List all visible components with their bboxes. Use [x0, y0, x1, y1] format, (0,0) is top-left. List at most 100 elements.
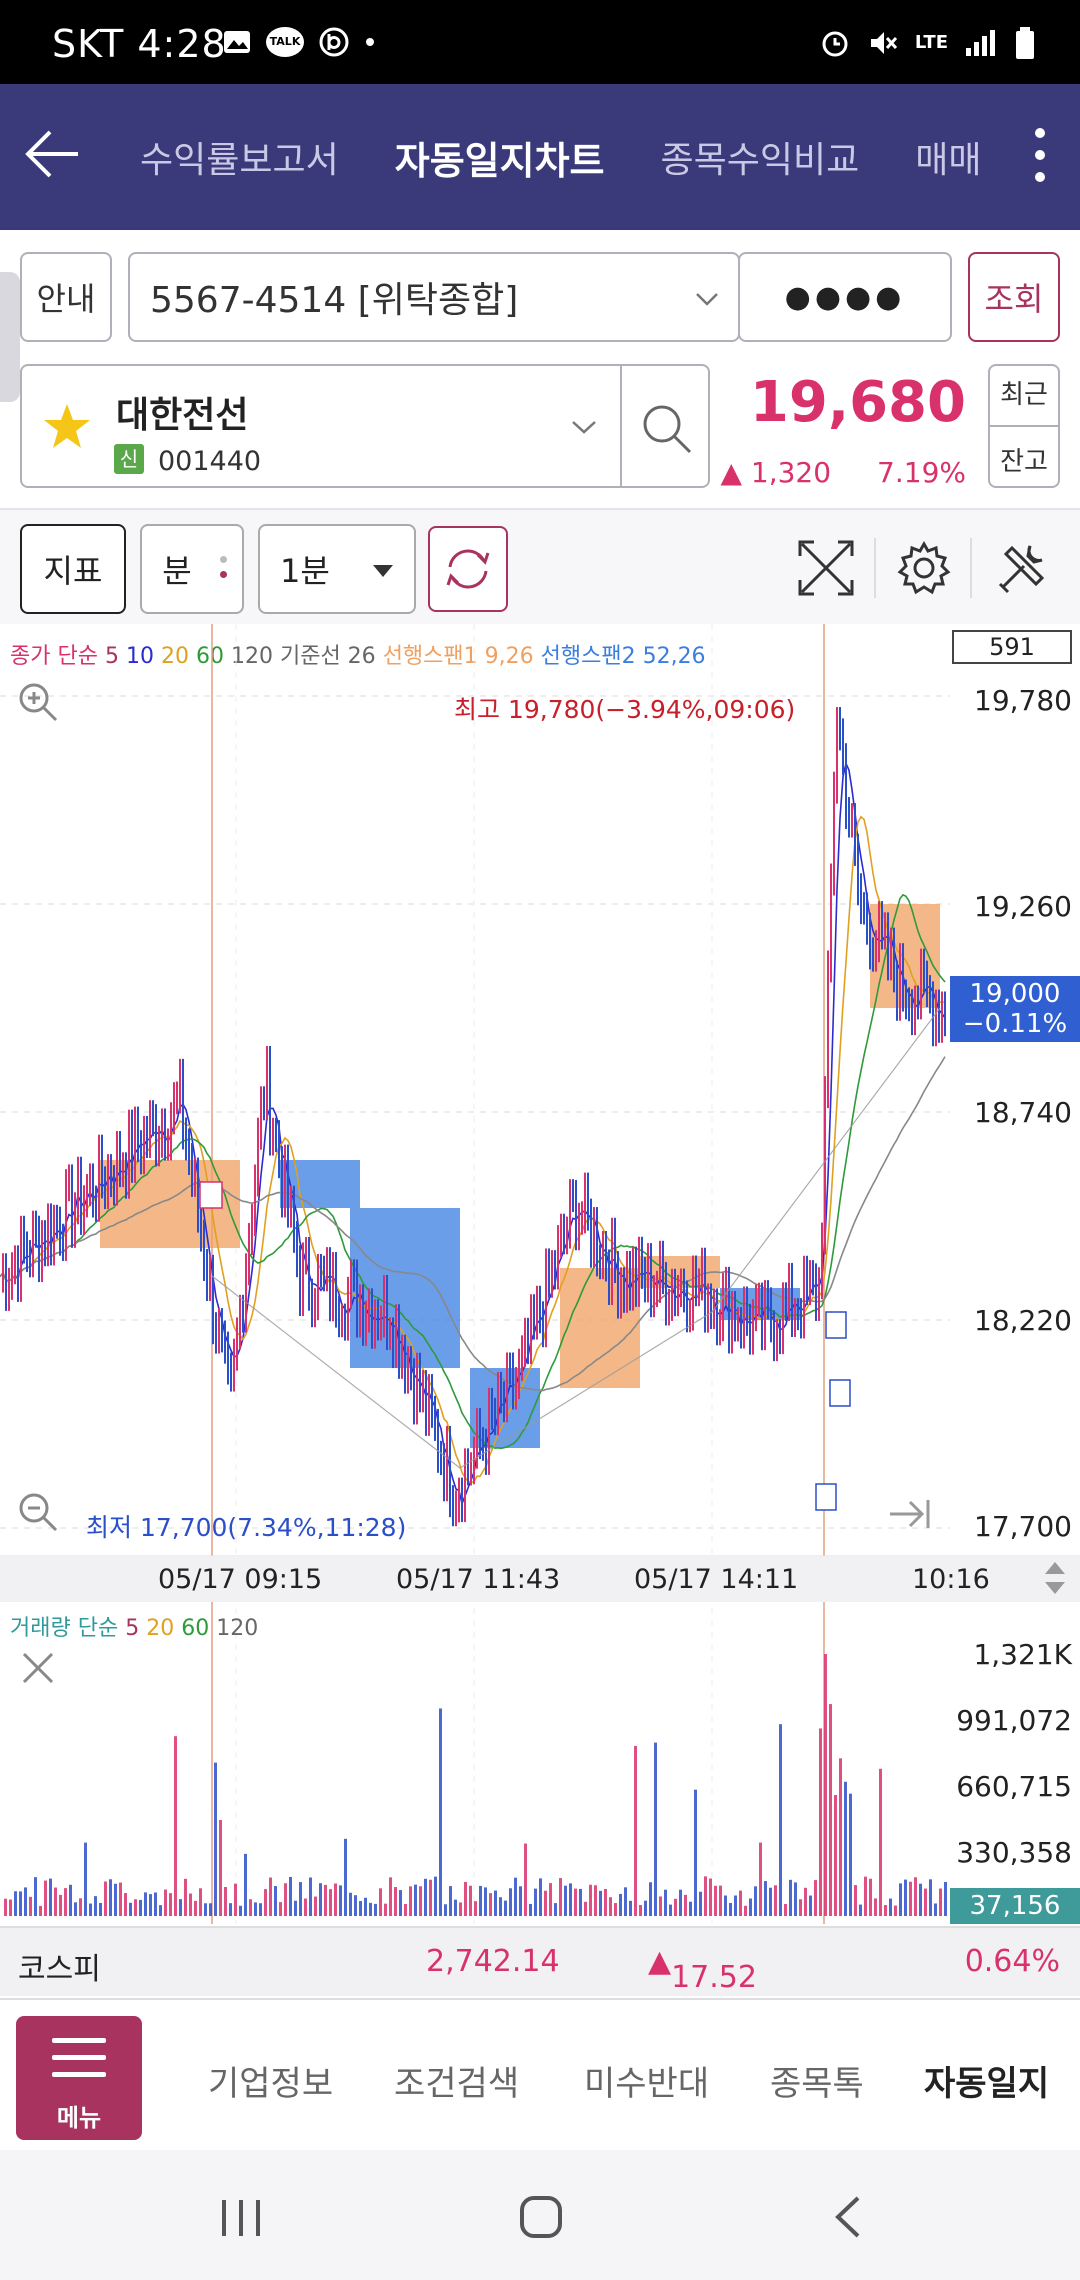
- stock-select[interactable]: 대한전선 신 001440: [20, 364, 710, 488]
- password-field[interactable]: ●●●●: [738, 252, 952, 342]
- recent-balance-toggle[interactable]: 최근 잔고: [988, 364, 1060, 488]
- volume-bar: [54, 1887, 57, 1916]
- volume-bar: [739, 1890, 742, 1916]
- tab-trade[interactable]: 매매: [915, 131, 981, 183]
- volume-bar: [559, 1878, 562, 1916]
- volume-bar: [79, 1898, 82, 1916]
- volume-bar: [799, 1899, 802, 1916]
- volume-bar: [829, 1704, 832, 1916]
- unit-button[interactable]: 분: [140, 524, 244, 614]
- volume-bar: [689, 1901, 692, 1916]
- x-tick: 05/17 14:11: [634, 1564, 799, 1595]
- volume-bar: [634, 1745, 637, 1916]
- zoom-in-icon[interactable]: [16, 680, 60, 724]
- volume-bar: [354, 1895, 357, 1916]
- star-favorite-icon[interactable]: [40, 400, 94, 454]
- volume-bar: [154, 1892, 157, 1916]
- price-plot[interactable]: [0, 624, 1080, 1924]
- volume-bar: [124, 1893, 127, 1916]
- tab-auto-journal-chart[interactable]: 자동일지차트: [395, 130, 605, 185]
- volume-bar: [944, 1881, 947, 1916]
- volume-bar: [684, 1894, 687, 1916]
- nav-condition-search[interactable]: 조건검색: [394, 2056, 519, 2105]
- volume-bar: [509, 1888, 512, 1916]
- tools-icon[interactable]: [994, 540, 1050, 596]
- volume-bar: [389, 1877, 392, 1916]
- volume-bar: [579, 1888, 582, 1916]
- interval-select[interactable]: 1분: [258, 524, 416, 614]
- volume-bar: [359, 1901, 362, 1916]
- volume-bar: [929, 1879, 932, 1916]
- volume-bar: [654, 1742, 657, 1916]
- recent-label[interactable]: 최근: [990, 374, 1058, 427]
- account-select[interactable]: 5567-4514 [위탁종합]: [128, 252, 740, 342]
- volume-bar: [824, 1654, 827, 1916]
- refresh-button[interactable]: [428, 526, 508, 612]
- volume-bar: [794, 1882, 797, 1916]
- tab-return-report[interactable]: 수익률보고서: [140, 131, 339, 183]
- volume-bar: [909, 1881, 912, 1916]
- recent-apps-icon[interactable]: [216, 2198, 266, 2238]
- low-note: 최저 17,700(7.34%,11:28): [86, 1513, 407, 1542]
- volume-bar: [844, 1781, 847, 1916]
- volume-bar: [789, 1879, 792, 1916]
- volume-bar: [499, 1897, 502, 1916]
- volume-bar: [169, 1893, 172, 1916]
- more-menu-icon[interactable]: [1028, 128, 1052, 188]
- fullscreen-icon[interactable]: [796, 538, 856, 598]
- chevron-down-icon: [696, 293, 718, 306]
- updown-scroll-icon[interactable]: [1040, 1558, 1070, 1598]
- volume-bar: [464, 1881, 467, 1916]
- volume-bar: [594, 1885, 597, 1916]
- tab-stock-return-compare[interactable]: 종목수익비교: [661, 131, 860, 183]
- volume-bar: [64, 1888, 67, 1916]
- volume-bar: [214, 1762, 217, 1916]
- back-icon[interactable]: [830, 2194, 864, 2240]
- volume-bar: [744, 1905, 747, 1916]
- volume-tick: 991,072: [956, 1704, 1072, 1737]
- volume-bar: [164, 1889, 167, 1916]
- search-icon[interactable]: [638, 400, 694, 456]
- volume-bar: [874, 1898, 877, 1916]
- indicator-button[interactable]: 지표: [20, 524, 126, 614]
- hamburger-icon: [52, 2038, 106, 2089]
- volume-bar: [589, 1884, 592, 1916]
- close-icon[interactable]: [18, 1648, 58, 1688]
- home-icon[interactable]: [518, 2194, 564, 2240]
- volume-bar: [439, 1708, 442, 1916]
- back-arrow-icon[interactable]: [22, 124, 82, 184]
- nav-auto-journal[interactable]: 자동일지: [924, 2056, 1049, 2105]
- volume-bar: [859, 1904, 862, 1916]
- menu-button[interactable]: 메뉴: [16, 2016, 142, 2140]
- volume-bar: [379, 1888, 382, 1916]
- nav-unpaid-opposite[interactable]: 미수반대: [584, 2056, 709, 2105]
- battery-icon: [1016, 27, 1034, 59]
- nav-stock-talk[interactable]: 종목톡: [770, 2056, 864, 2105]
- balance-label[interactable]: 잔고: [1000, 427, 1048, 478]
- zoom-out-icon[interactable]: [16, 1490, 60, 1534]
- volume-bar: [374, 1903, 377, 1916]
- side-drawer-handle[interactable]: [0, 272, 20, 402]
- query-button[interactable]: 조회: [968, 252, 1060, 342]
- volume-bar: [364, 1897, 367, 1916]
- b-app-icon: [319, 27, 349, 57]
- volume-bar: [84, 1842, 87, 1916]
- volume-bar: [734, 1895, 737, 1916]
- volume-bar: [539, 1878, 542, 1916]
- volume-bar: [409, 1886, 412, 1916]
- nav-company-info[interactable]: 기업정보: [208, 2056, 333, 2105]
- kospi-index-row[interactable]: 코스피 2,742.14 ▲ 17.52 0.64%: [0, 1926, 1080, 1996]
- volume-bar: [99, 1902, 102, 1916]
- volume-bar: [204, 1903, 207, 1916]
- kospi-change: ▲ 17.52: [648, 1944, 757, 1995]
- gallery-icon: [224, 31, 250, 53]
- volume-bar: [904, 1879, 907, 1916]
- volume-bar: [74, 1902, 77, 1916]
- volume-bar: [699, 1891, 702, 1916]
- info-button[interactable]: 안내: [20, 252, 112, 342]
- scroll-to-end-icon[interactable]: [888, 1494, 932, 1534]
- volume-bar: [544, 1890, 547, 1916]
- system-nav-bar: [0, 2150, 1080, 2280]
- gear-icon[interactable]: [896, 540, 952, 596]
- candlestick-chart[interactable]: 종가 단순 5 10 20 60 120 기준선 26 선행스팬1 9,26 선…: [0, 624, 1080, 1924]
